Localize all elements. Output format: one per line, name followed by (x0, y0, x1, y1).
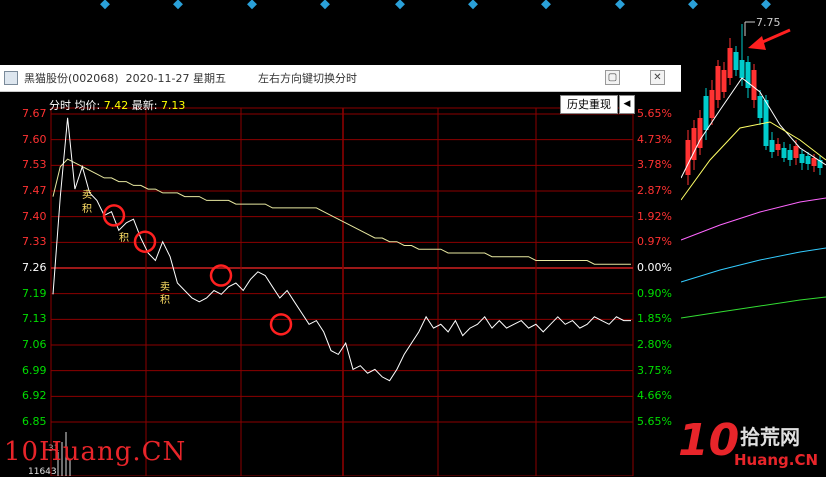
candle-body (805, 156, 811, 164)
diamond-marker (173, 0, 183, 10)
percent-tick-label: 0.00% (637, 261, 672, 274)
price-tick-label: 7.26 (22, 261, 47, 274)
candle-body (703, 96, 709, 130)
candle-body (685, 140, 691, 175)
window-titlebar[interactable]: 黑猫股份(002068) 2020-11-27 星期五 左右方向键切换分时 ▢ … (0, 65, 681, 92)
ma-line-green (680, 296, 826, 319)
max-price-label: 7.75 (756, 16, 781, 29)
window-title: 黑猫股份(002068) 2020-11-27 星期五 (24, 72, 226, 85)
candle-body (733, 52, 739, 70)
percent-tick-label: 0.97% (637, 235, 672, 249)
price-tick-label: 7.60 (22, 132, 47, 146)
diamond-marker (688, 0, 698, 10)
candle-body (757, 96, 763, 118)
top-diamond-markers (100, 0, 771, 10)
watermark-site-name: 拾荒网 (740, 425, 800, 449)
percent-tick-label: 1.85% (637, 312, 672, 326)
chart-bg (0, 92, 681, 476)
latest-price-value: 7.13 (160, 99, 186, 112)
candlestick-chart (680, 21, 826, 319)
price-tick-label: 6.99 (22, 363, 47, 377)
percent-tick-label: 2.80% (637, 338, 672, 351)
close-button[interactable]: ✕ (650, 70, 665, 85)
annotation-sell: 卖 (160, 282, 170, 293)
annotation-sell: 卖 (82, 190, 92, 201)
price-tick-label: 7.47 (22, 184, 47, 197)
candle-body (751, 70, 757, 100)
candle-body (709, 90, 715, 118)
price-tick-label: 7.13 (22, 312, 47, 326)
candle-body (775, 144, 781, 150)
percent-tick-label: 1.92% (637, 209, 672, 223)
price-tick-label: 7.06 (22, 338, 47, 351)
diamond-marker (541, 0, 551, 10)
price-tick-label: 7.40 (22, 209, 47, 223)
diamond-marker (761, 0, 771, 10)
app-icon (4, 71, 18, 85)
ma-line-magenta (680, 197, 826, 241)
avg-price-value: 7.42 (103, 99, 129, 112)
annotation-ji: 积 (82, 204, 92, 215)
red-arrow-head (748, 36, 766, 50)
candle-body (727, 48, 733, 78)
latest-price-label: 最新: (131, 99, 158, 112)
candle-body (781, 148, 787, 158)
watermark-right-logo: 10 拾荒网 Huang.CN (676, 415, 826, 476)
percent-tick-label: 5.65% (637, 107, 672, 120)
percent-tick-label: 5.65% (637, 415, 672, 428)
history-nav-button[interactable]: ◀ (619, 95, 635, 114)
price-tick-label: 7.53 (22, 158, 47, 172)
percent-tick-label: 2.87% (637, 184, 672, 197)
candle-body (715, 66, 721, 100)
candle-body (721, 70, 727, 92)
price-tick-label: 6.85 (22, 415, 47, 428)
percent-tick-label: 4.66% (637, 389, 672, 403)
price-tick-label: 7.33 (22, 235, 47, 249)
price-tick-label: 7.19 (22, 286, 47, 300)
annotation-ji: 积 (119, 233, 129, 244)
diamond-marker (395, 0, 405, 10)
window-hint: 左右方向键切换分时 (258, 72, 357, 85)
candle-body (799, 154, 805, 163)
diamond-marker (100, 0, 110, 10)
annotation-ji: 积 (160, 295, 170, 306)
percent-tick-label: 0.90% (637, 286, 672, 300)
history-replay-button[interactable]: 历史重现 (560, 95, 618, 114)
percent-tick-label: 3.78% (637, 158, 672, 172)
maximize-button[interactable]: ▢ (605, 70, 620, 85)
watermark-url: Huang.CN (734, 451, 819, 469)
ma-line-cyan (680, 247, 826, 283)
candle-body (793, 146, 799, 158)
price-tick-label: 6.92 (22, 389, 47, 403)
avg-price-label: 均价: (74, 99, 101, 112)
chart-mode-label: 分时 (49, 99, 71, 112)
info-bar: 分时 均价: 7.42 最新: 7.13 (49, 97, 185, 113)
candle-body (739, 60, 745, 78)
watermark-left: 10Huang.CN (4, 437, 187, 467)
candle-body (811, 158, 817, 166)
diamond-marker (615, 0, 625, 10)
candle-body (787, 150, 793, 160)
intraday-chart (0, 92, 681, 476)
diamond-marker (247, 0, 257, 10)
watermark-number: 10 (678, 415, 740, 466)
candle-body (769, 140, 775, 152)
diamond-marker (468, 0, 478, 10)
percent-tick-label: 3.75% (637, 363, 672, 377)
price-tick-label: 7.67 (22, 107, 47, 120)
diamond-marker (320, 0, 330, 10)
percent-tick-label: 4.73% (637, 132, 672, 146)
